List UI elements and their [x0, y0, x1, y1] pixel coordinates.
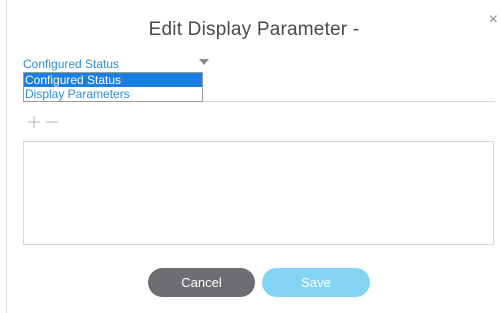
close-icon[interactable]: × — [489, 12, 498, 28]
option-display-parameters[interactable]: Display Parameters — [24, 87, 202, 101]
plus-icon[interactable] — [27, 115, 41, 129]
parameter-type-dropdown: Configured Status Display Parameters — [23, 72, 203, 102]
parameter-list-box[interactable] — [23, 141, 494, 245]
cancel-button[interactable]: Cancel — [148, 268, 255, 297]
option-configured-status[interactable]: Configured Status — [24, 73, 202, 87]
select-current-value: Configured Status — [23, 57, 120, 71]
dialog-title: Edit Display Parameter - — [148, 19, 360, 40]
caret-down-icon[interactable] — [199, 59, 209, 65]
minus-icon[interactable] — [45, 115, 59, 129]
save-button[interactable]: Save — [262, 268, 370, 297]
edit-display-parameter-dialog: Edit Display Parameter - × Configured St… — [6, 0, 501, 313]
